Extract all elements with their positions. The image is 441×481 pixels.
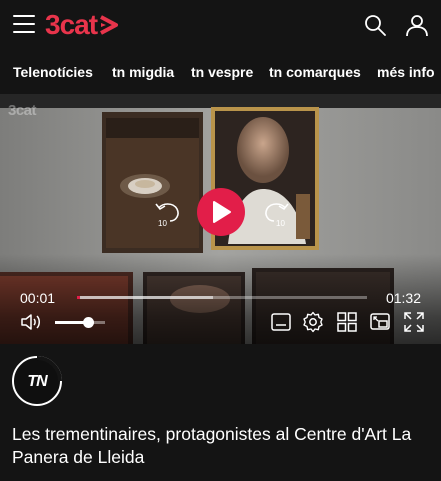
current-time: 00:01: [20, 290, 56, 306]
play-icon: [213, 201, 231, 223]
user-icon[interactable]: [405, 13, 429, 37]
top-bar: 3cat: [0, 0, 441, 52]
hamburger-menu-icon[interactable]: [13, 15, 35, 35]
play-button[interactable]: [197, 188, 245, 236]
progress-buffered: [77, 296, 214, 299]
progress-played: [77, 296, 80, 299]
subtitles-icon[interactable]: [270, 311, 292, 333]
picture-in-picture-icon[interactable]: [369, 311, 391, 333]
skip-back-icon[interactable]: 10: [155, 199, 181, 227]
section-nav: Telenotícies tn migdia tn vespre tn coma…: [0, 52, 441, 92]
nav-item-telenoticies[interactable]: Telenotícies: [13, 63, 93, 81]
brand-logo[interactable]: 3cat: [45, 11, 119, 39]
volume-handle[interactable]: [82, 317, 94, 328]
duration: 01:32: [385, 290, 421, 306]
skip-forward-label: 10: [276, 219, 285, 227]
fullscreen-icon[interactable]: [403, 311, 425, 333]
brand-arrow-icon: [100, 15, 119, 35]
video-title: Les trementinaires, protagonistes al Cen…: [12, 424, 412, 467]
video-player[interactable]: 3cat 10 10 00:01 01:32: [0, 94, 441, 344]
skip-back-label: 10: [158, 219, 167, 227]
skip-forward-icon[interactable]: 10: [263, 199, 289, 227]
brand-logo-text: 3cat: [45, 9, 98, 40]
broadcaster-watermark: 3cat: [8, 102, 37, 119]
nav-item-mes-info[interactable]: més info: [377, 63, 435, 81]
search-icon[interactable]: [363, 13, 387, 37]
settings-icon[interactable]: [302, 311, 324, 333]
progress-bar[interactable]: [77, 296, 367, 299]
channel-logo-ring: [36, 356, 62, 382]
nav-item-tn-comarques[interactable]: tn comarques: [269, 63, 361, 81]
grid-icon[interactable]: [336, 311, 358, 333]
volume-icon[interactable]: [20, 312, 42, 332]
nav-item-tn-vespre[interactable]: tn vespre: [191, 63, 253, 81]
nav-item-tn-migdia[interactable]: tn migdia: [112, 63, 174, 81]
volume-slider[interactable]: [55, 317, 105, 328]
